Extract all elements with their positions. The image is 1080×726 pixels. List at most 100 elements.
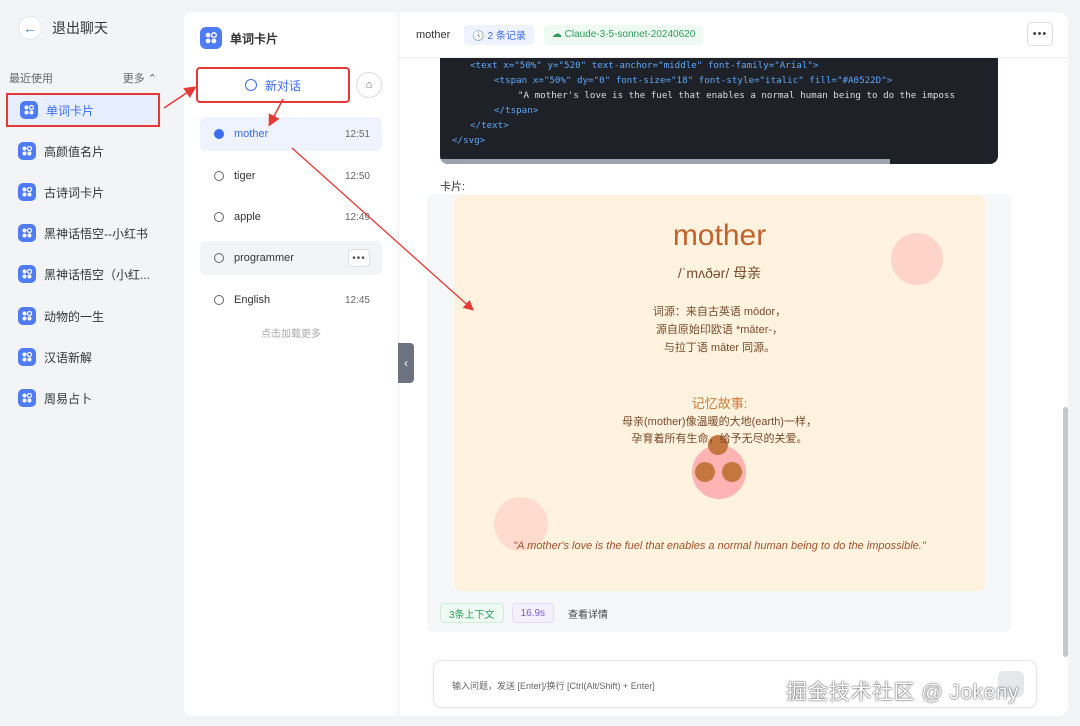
conversation-item[interactable]: mother 12:51 bbox=[200, 117, 382, 151]
card-phonetic: /ˈmʌðər/ 母亲 bbox=[677, 265, 762, 281]
more-options-button[interactable]: ••• bbox=[1027, 22, 1053, 46]
code-line-4: </tspan> bbox=[494, 105, 539, 116]
conversation-item[interactable]: programmer ••• bbox=[200, 241, 382, 275]
new-chat-label: 新对话 bbox=[264, 78, 301, 93]
conversation-item[interactable]: apple 12:49 bbox=[200, 200, 382, 234]
chat-bubble-icon bbox=[244, 79, 257, 91]
sidebar-item-word-card[interactable]: 单词卡片 bbox=[6, 93, 160, 127]
word-card-preview: mother /ˈmʌðər/ 母亲 词源：来自古英语 mōdor， 源自原始印… bbox=[454, 195, 985, 591]
watermark: 掘金技术社区 @ Jokeny bbox=[786, 681, 1020, 704]
app-icon bbox=[18, 224, 36, 242]
etymology-line: 与拉丁语 māter 同源。 bbox=[663, 342, 776, 354]
sidebar-item-chinese-new-meaning[interactable]: 汉语新解 bbox=[6, 340, 160, 374]
card-quote: "A mother's love is the fuel that enable… bbox=[513, 540, 926, 552]
chat-input-placeholder: 输入问题，发送 [Enter]/换行 [Ctrl(Alt/Shift) + En… bbox=[452, 681, 655, 691]
conversation-name: English bbox=[234, 294, 271, 306]
response-time-badge: 16.9s bbox=[511, 603, 555, 623]
new-chat-button[interactable]: 新对话 bbox=[196, 67, 350, 103]
card-story: 母亲(mother)像温暖的大地(earth)一样， 孕育着所有生命，给予无尽的… bbox=[454, 414, 985, 448]
chat-title: mother bbox=[416, 28, 451, 41]
recent-header: 最近使用 更多 ⌃ bbox=[9, 70, 157, 86]
conversation-name: apple bbox=[234, 211, 261, 223]
app-icon bbox=[18, 348, 36, 366]
sidebar-item-label: 黑神话悟空--小红书 bbox=[44, 226, 148, 241]
conversation-time: 12:49 bbox=[344, 211, 370, 223]
chat-vertical-scrollbar[interactable] bbox=[1063, 407, 1068, 657]
app-sidebar: ← 退出聊天 最近使用 更多 ⌃ 单词卡片 高颜值名片 古诗词卡片 黑神话悟空-… bbox=[0, 0, 170, 726]
app-title: 单词卡片 bbox=[230, 31, 279, 46]
record-count-badge[interactable]: 🕓 2 条记录 bbox=[464, 24, 534, 45]
sidebar-item-label: 黑神话悟空（小红... bbox=[44, 267, 151, 282]
model-badge[interactable]: ☁ Claude-3-5-sonnet-20240620 bbox=[543, 24, 704, 45]
arrow-left-icon: ← bbox=[18, 16, 42, 40]
app-icon bbox=[18, 183, 36, 201]
code-line-2: <tspan x="50%" dy="0" font-size="18" fon… bbox=[494, 75, 893, 86]
sidebar-item-label: 周易占卜 bbox=[44, 391, 93, 406]
context-count-badge[interactable]: 3条上下文 bbox=[440, 603, 504, 623]
code-line: </tspan> bbox=[440, 103, 998, 118]
conversation-name: mother bbox=[234, 128, 269, 140]
etymology-line: 词源：来自古英语 mōdor， bbox=[652, 306, 787, 318]
conversation-name: tiger bbox=[234, 170, 256, 182]
story-line: 母亲(mother)像温暖的大地(earth)一样， bbox=[622, 416, 817, 428]
chat-bubble-icon bbox=[214, 295, 224, 305]
sidebar-item-label: 汉语新解 bbox=[44, 350, 93, 365]
card-word: mother bbox=[672, 219, 767, 252]
app-icon bbox=[18, 389, 36, 407]
broom-icon: ⌂ bbox=[365, 79, 373, 91]
sidebar-item-zhouyi[interactable]: 周易占卜 bbox=[6, 381, 160, 415]
load-more-link[interactable]: 点击加载更多 bbox=[184, 325, 398, 340]
decor-dot bbox=[722, 462, 742, 482]
etymology-line: 源自原始印欧语 *māter-， bbox=[655, 324, 784, 336]
more-toggle[interactable]: 更多 ⌃ bbox=[123, 70, 157, 86]
app-icon bbox=[200, 27, 222, 49]
code-line-1: <text x="50%" y="520" text-anchor="middl… bbox=[470, 60, 819, 71]
sidebar-item-label: 单词卡片 bbox=[46, 103, 95, 118]
code-line: <text x="50%" y="520" text-anchor="middl… bbox=[440, 58, 998, 73]
collapse-panel-button[interactable]: ‹ bbox=[398, 343, 414, 383]
chat-bubble-icon bbox=[214, 129, 224, 139]
sidebar-item-wukong-xhs[interactable]: 黑神话悟空--小红书 bbox=[6, 216, 160, 250]
chat-topbar: mother 🕓 2 条记录 ☁ Claude-3-5-sonnet-20240… bbox=[399, 12, 1069, 58]
code-block: <text x="50%" y="520" text-anchor="middl… bbox=[440, 58, 998, 164]
sidebar-item-label: 古诗词卡片 bbox=[44, 185, 105, 200]
chat-bubble-icon bbox=[214, 171, 224, 181]
app-icon bbox=[18, 142, 36, 160]
chat-bubble-icon bbox=[214, 212, 224, 222]
conversation-header: 单词卡片 bbox=[200, 27, 278, 49]
sidebar-item-label: 高颜值名片 bbox=[44, 144, 105, 159]
decor-dot bbox=[695, 462, 715, 482]
app-icon bbox=[18, 307, 36, 325]
app-icon bbox=[20, 101, 38, 119]
sidebar-item-animal-life[interactable]: 动物的一生 bbox=[6, 299, 160, 333]
chat-bubble-icon bbox=[214, 253, 224, 263]
exit-chat-button[interactable]: ← 退出聊天 bbox=[18, 16, 108, 40]
code-line: </text> bbox=[440, 118, 998, 133]
sidebar-item-business-card[interactable]: 高颜值名片 bbox=[6, 134, 160, 168]
card-label: 卡片: bbox=[440, 181, 466, 193]
view-details-link[interactable]: 查看详情 bbox=[568, 606, 608, 621]
conversation-name: programmer bbox=[234, 252, 294, 264]
clear-history-button[interactable]: ⌂ bbox=[356, 72, 382, 98]
code-line: <tspan x="50%" dy="0" font-size="18" fon… bbox=[440, 73, 998, 88]
chat-panel: mother 🕓 2 条记录 ☁ Claude-3-5-sonnet-20240… bbox=[398, 12, 1069, 716]
card-story-heading: 记忆故事: bbox=[691, 396, 748, 411]
conversation-time: 12:50 bbox=[344, 170, 370, 182]
conversation-item[interactable]: English 12:45 bbox=[200, 283, 382, 317]
message-meta: 3条上下文 16.9s 查看详情 bbox=[440, 603, 608, 623]
story-line: 孕育着所有生命，给予无尽的关爱。 bbox=[631, 433, 808, 445]
conversation-item[interactable]: tiger 12:50 bbox=[200, 159, 382, 193]
recent-label: 最近使用 bbox=[9, 73, 53, 85]
exit-chat-label: 退出聊天 bbox=[52, 20, 108, 36]
chevron-left-icon: ‹ bbox=[404, 356, 408, 370]
code-line: </svg> bbox=[440, 133, 998, 148]
code-line-3: "A mother's love is the fuel that enable… bbox=[518, 90, 955, 101]
conversation-more-button[interactable]: ••• bbox=[348, 249, 370, 267]
conversation-time: 12:45 bbox=[344, 294, 370, 306]
sidebar-item-poem-card[interactable]: 古诗词卡片 bbox=[6, 175, 160, 209]
card-etymology: 词源：来自古英语 mōdor， 源自原始印欧语 *māter-， 与拉丁语 mā… bbox=[454, 303, 985, 357]
conversation-panel: 单词卡片 新对话 ⌂ mother 12:51 tiger 12:50 appl… bbox=[184, 12, 398, 716]
sidebar-item-label: 动物的一生 bbox=[44, 309, 105, 324]
code-horizontal-scrollbar[interactable] bbox=[440, 159, 890, 164]
sidebar-item-wukong-xhs-2[interactable]: 黑神话悟空（小红... bbox=[6, 257, 160, 291]
